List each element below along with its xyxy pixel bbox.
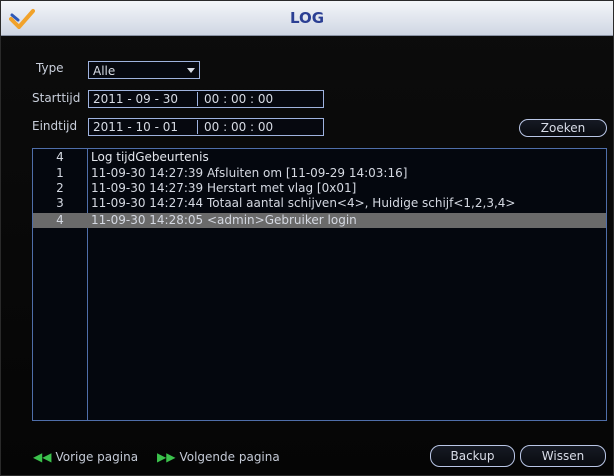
row-number: 1 (56, 166, 64, 180)
type-label: Type (36, 61, 64, 75)
next-page-label: Volgende pagina (179, 450, 280, 464)
previous-page-icon: ◀◀ (33, 450, 52, 464)
end-label: Eindtijd (32, 119, 78, 133)
header-count: 4 (56, 150, 64, 164)
backup-button[interactable]: Backup (430, 445, 515, 467)
header-label: Log tijdGebeurtenis (91, 150, 209, 164)
end-time: 00 : 00 : 00 (204, 120, 274, 134)
prev-page-link[interactable]: ◀◀ Vorige pagina (33, 450, 138, 464)
log-window: LOG Type Alle Starttijd 2011 - 09 - 30 0… (0, 0, 614, 476)
next-page-icon: ▶▶ (157, 450, 176, 464)
row-text: 11-09-30 14:27:39 Herstart met vlag [0x0… (91, 181, 357, 195)
datetime-separator (197, 120, 198, 134)
type-select[interactable]: Alle (88, 61, 200, 79)
table-row-selected[interactable]: 4 11-09-30 14:28:05 <admin>Gebruiker log… (33, 213, 606, 228)
chevron-down-icon (187, 68, 195, 73)
datetime-separator (197, 92, 198, 106)
search-button[interactable]: Zoeken (519, 119, 607, 137)
row-text: 11-09-30 14:28:05 <admin>Gebruiker login (91, 213, 357, 227)
table-header: 4 Log tijdGebeurtenis (33, 150, 606, 165)
start-datetime-field[interactable]: 2011 - 09 - 30 00 : 00 : 00 (88, 90, 324, 108)
table-row[interactable]: 3 11-09-30 14:27:44 Totaal aantal schijv… (33, 196, 606, 211)
prev-page-label: Vorige pagina (55, 450, 139, 464)
row-number: 2 (56, 181, 64, 195)
next-page-link[interactable]: ▶▶ Volgende pagina (157, 450, 280, 464)
clear-button[interactable]: Wissen (520, 445, 606, 467)
start-date: 2011 - 09 - 30 (93, 92, 178, 106)
title-bar: LOG (1, 1, 613, 36)
end-date: 2011 - 10 - 01 (93, 120, 178, 134)
end-datetime-field[interactable]: 2011 - 10 - 01 00 : 00 : 00 (88, 118, 324, 136)
row-number: 4 (56, 213, 64, 227)
table-row[interactable]: 2 11-09-30 14:27:39 Herstart met vlag [0… (33, 181, 606, 196)
start-label: Starttijd (32, 91, 81, 105)
row-number: 3 (56, 196, 64, 210)
table-row[interactable]: 1 11-09-30 14:27:39 Afsluiten om [11-09-… (33, 166, 606, 181)
window-title: LOG (289, 9, 325, 27)
row-text: 11-09-30 14:27:44 Totaal aantal schijven… (91, 196, 516, 210)
start-time: 00 : 00 : 00 (204, 92, 274, 106)
row-text: 11-09-30 14:27:39 Afsluiten om [11-09-29… (91, 166, 408, 180)
type-select-value: Alle (93, 64, 116, 78)
log-table: 4 Log tijdGebeurtenis 1 11-09-30 14:27:3… (32, 148, 607, 421)
